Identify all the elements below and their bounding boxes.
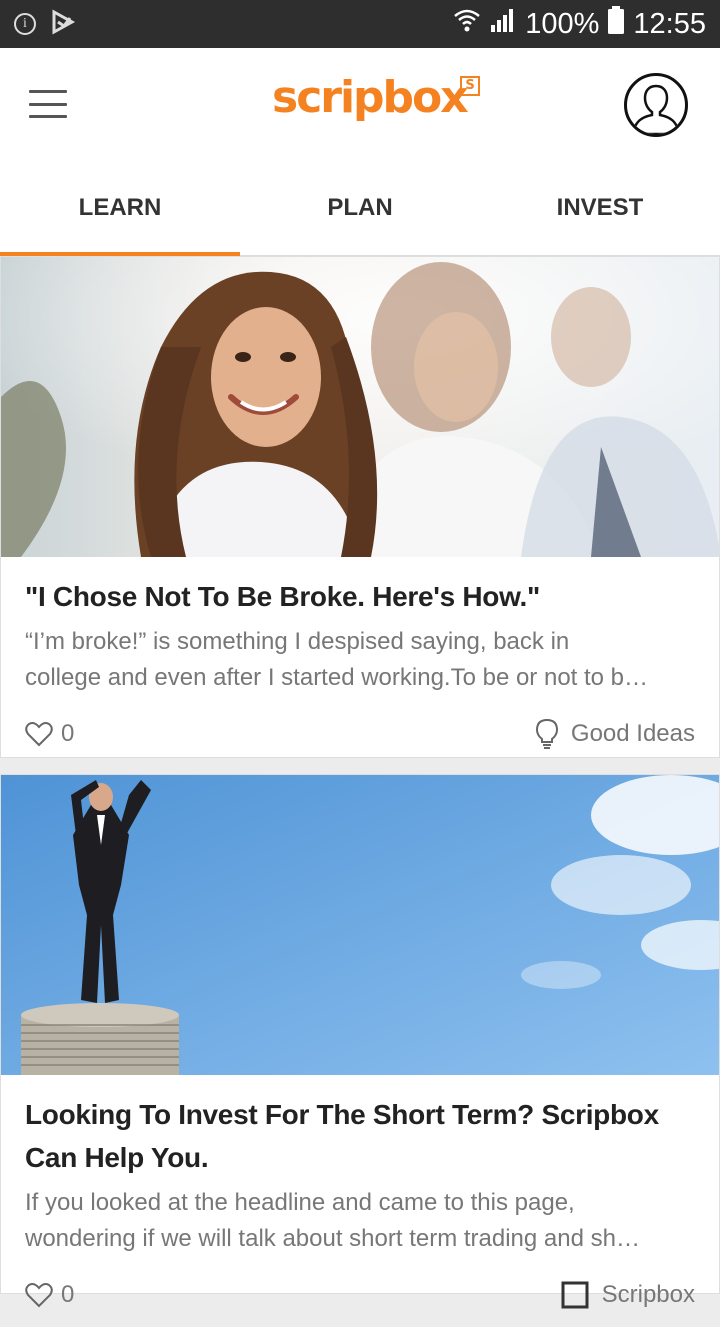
article-excerpt: “I’m broke!” is something I despised say…	[25, 628, 649, 691]
heart-icon	[25, 1283, 53, 1308]
article-card[interactable]: Looking To Invest For The Short Term? Sc…	[0, 774, 720, 1309]
user-icon	[631, 84, 681, 134]
like-count: 0	[61, 720, 75, 747]
clock: 12:55	[633, 7, 706, 40]
wifi-icon	[453, 7, 481, 41]
status-bar: i 100% 12:55	[0, 0, 720, 48]
article-card[interactable]: "I Chose Not To Be Broke. Here's How." “…	[0, 256, 720, 758]
battery-percent: 100%	[525, 7, 600, 40]
like-button[interactable]: 0	[25, 720, 74, 748]
info-icon: i	[14, 13, 36, 35]
menu-icon	[29, 90, 67, 93]
signal-icon	[489, 7, 517, 41]
scripbox-logo: scripbox S	[272, 72, 480, 123]
category-label: Scripbox	[601, 1281, 695, 1308]
profile-button[interactable]	[624, 73, 688, 137]
category-link[interactable]: Good Ideas	[535, 718, 695, 750]
article-title: Looking To Invest For The Short Term? Sc…	[25, 1099, 659, 1173]
article-excerpt: If you looked at the headline and came t…	[25, 1189, 640, 1252]
tab-invest[interactable]: INVEST	[480, 160, 720, 255]
battery-icon	[607, 6, 625, 42]
article-image	[1, 257, 719, 557]
article-title: "I Chose Not To Be Broke. Here's How."	[25, 581, 541, 612]
menu-button[interactable]	[29, 90, 67, 118]
article-image	[1, 775, 719, 1075]
play-store-icon	[50, 8, 76, 40]
scripbox-icon	[561, 1281, 589, 1309]
article-meta: 0 Good Ideas	[25, 702, 695, 766]
like-button[interactable]: 0	[25, 1281, 74, 1309]
logo-mark: S	[460, 76, 480, 96]
category-label: Good Ideas	[570, 720, 695, 747]
like-count: 0	[61, 1281, 75, 1308]
tab-plan[interactable]: PLAN	[240, 160, 480, 255]
category-link[interactable]: Scripbox	[560, 1280, 695, 1310]
main-tabs: LEARN PLAN INVEST	[0, 160, 720, 256]
app-bar: scripbox S	[0, 48, 720, 160]
article-meta: 0 Scripbox	[25, 1263, 695, 1327]
heart-icon	[25, 722, 53, 747]
tab-learn[interactable]: LEARN	[0, 160, 240, 256]
lightbulb-icon	[535, 718, 558, 749]
